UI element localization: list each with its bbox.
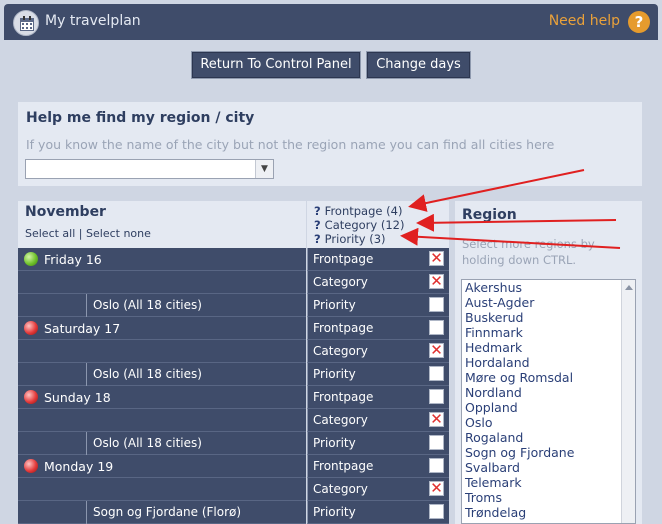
frontpage-cell: Frontpage bbox=[307, 386, 449, 409]
priority-checkbox[interactable] bbox=[429, 297, 444, 312]
selection-links: Select all | Select none bbox=[25, 227, 151, 240]
status-green-icon bbox=[24, 252, 38, 266]
region-title: Region bbox=[462, 207, 517, 223]
region-finder-title: Help me find my region / city bbox=[26, 110, 255, 126]
month-title: November bbox=[25, 204, 106, 220]
select-none-link[interactable]: Select none bbox=[86, 227, 151, 240]
frontpage-cell: Frontpage bbox=[307, 317, 449, 340]
top-bar: My travelplan Need help ? bbox=[4, 4, 658, 40]
frontpage-checkbox[interactable] bbox=[429, 389, 444, 404]
need-help-link[interactable]: Need help bbox=[549, 13, 620, 29]
day-row: Sunday 18 Frontpage bbox=[18, 386, 449, 409]
status-red-icon bbox=[24, 459, 38, 473]
frontpage-checkbox[interactable] bbox=[429, 320, 444, 335]
calendar-header: November Select all | Select none bbox=[18, 201, 306, 248]
city-select-dropdown[interactable]: ▼ bbox=[25, 159, 274, 179]
question-icon: ? bbox=[314, 232, 321, 246]
select-all-link[interactable]: Select all bbox=[25, 227, 75, 240]
priority-cell: Priority bbox=[307, 294, 449, 317]
region-option[interactable]: Trøndelag bbox=[462, 505, 635, 520]
question-icon: ? bbox=[314, 204, 321, 218]
frontpage-cell: Frontpage ✕ bbox=[307, 248, 449, 271]
region-option[interactable]: Svalbard bbox=[462, 460, 635, 475]
day-location: Oslo (All 18 cities) bbox=[86, 363, 306, 386]
region-option[interactable]: Hordaland bbox=[462, 355, 635, 370]
status-red-icon bbox=[24, 390, 38, 404]
category-checkbox[interactable]: ✕ bbox=[429, 274, 444, 289]
day-row: Saturday 17 Frontpage bbox=[18, 317, 449, 340]
day-location: Oslo (All 18 cities) bbox=[86, 432, 306, 455]
help-question-icon[interactable]: ? bbox=[628, 11, 650, 33]
priority-cell: Priority bbox=[307, 501, 449, 524]
day-name: Saturday 17 bbox=[44, 321, 121, 336]
priority-checkbox[interactable] bbox=[429, 435, 444, 450]
region-option[interactable]: Møre og Romsdal bbox=[462, 370, 635, 385]
app-title: My travelplan bbox=[45, 13, 141, 29]
region-option[interactable]: Hedmark bbox=[462, 340, 635, 355]
day-location: Sogn og Fjordane (Florø) bbox=[86, 501, 306, 524]
category-cell: Category ✕ bbox=[307, 271, 449, 294]
calendar-icon bbox=[13, 10, 39, 36]
region-option[interactable]: Buskerud bbox=[462, 310, 635, 325]
change-days-button[interactable]: Change days bbox=[366, 51, 471, 79]
region-list-scrollbar[interactable] bbox=[621, 280, 635, 523]
region-finder-panel: Help me find my region / city If you kno… bbox=[18, 102, 642, 186]
day-row: Friday 16 Frontpage ✕ bbox=[18, 248, 449, 271]
legend-category[interactable]: ? Category (12) bbox=[314, 218, 404, 232]
return-to-control-panel-button[interactable]: Return To Control Panel bbox=[191, 51, 361, 79]
region-option[interactable]: Aust-Agder bbox=[462, 295, 635, 310]
priority-checkbox[interactable] bbox=[429, 504, 444, 519]
frontpage-checkbox[interactable]: ✕ bbox=[429, 251, 444, 266]
region-option[interactable]: Sogn og Fjordane bbox=[462, 445, 635, 460]
category-cell: Category ✕ bbox=[307, 409, 449, 432]
region-option[interactable]: Oppland bbox=[462, 400, 635, 415]
priority-checkbox[interactable] bbox=[429, 366, 444, 381]
question-icon: ? bbox=[314, 218, 321, 232]
priority-cell: Priority bbox=[307, 363, 449, 386]
region-option[interactable]: Telemark bbox=[462, 475, 635, 490]
legend-frontpage[interactable]: ? Frontpage (4) bbox=[314, 204, 402, 218]
day-location: Oslo (All 18 cities) bbox=[86, 294, 306, 317]
status-red-icon bbox=[24, 321, 38, 335]
chevron-down-icon[interactable]: ▼ bbox=[255, 160, 273, 178]
region-hint: Select more regions by holding down CTRL… bbox=[462, 237, 595, 267]
day-list: Friday 16 Frontpage ✕ Category ✕ Oslo (All… bbox=[18, 248, 449, 524]
legend-priority[interactable]: ? Priority (3) bbox=[314, 232, 386, 246]
region-option[interactable]: Nordland bbox=[462, 385, 635, 400]
region-option[interactable]: Oslo bbox=[462, 415, 635, 430]
region-finder-hint: If you know the name of the city but not… bbox=[26, 137, 555, 152]
day-name: Sunday 18 bbox=[44, 390, 111, 405]
region-option[interactable]: Akershus bbox=[462, 280, 635, 295]
day-row: Monday 19 Frontpage bbox=[18, 455, 449, 478]
region-option[interactable]: Troms bbox=[462, 490, 635, 505]
region-multiselect[interactable]: Akershus Aust-Agder Buskerud Finnmark He… bbox=[461, 279, 636, 524]
frontpage-checkbox[interactable] bbox=[429, 458, 444, 473]
category-cell: Category ✕ bbox=[307, 478, 449, 501]
day-name: Friday 16 bbox=[44, 252, 102, 267]
category-checkbox[interactable]: ✕ bbox=[429, 412, 444, 427]
column-legend: ? Frontpage (4) ? Category (12) ? Priority … bbox=[307, 201, 449, 248]
priority-cell: Priority bbox=[307, 432, 449, 455]
category-checkbox[interactable]: ✕ bbox=[429, 481, 444, 496]
region-panel: Region Select more regions by holding do… bbox=[455, 201, 642, 524]
region-option[interactable]: Rogaland bbox=[462, 430, 635, 445]
category-cell: Category ✕ bbox=[307, 340, 449, 363]
day-name: Monday 19 bbox=[44, 459, 114, 474]
category-checkbox[interactable]: ✕ bbox=[429, 343, 444, 358]
region-option[interactable]: Finnmark bbox=[462, 325, 635, 340]
frontpage-cell: Frontpage bbox=[307, 455, 449, 478]
separator: | bbox=[78, 227, 83, 240]
